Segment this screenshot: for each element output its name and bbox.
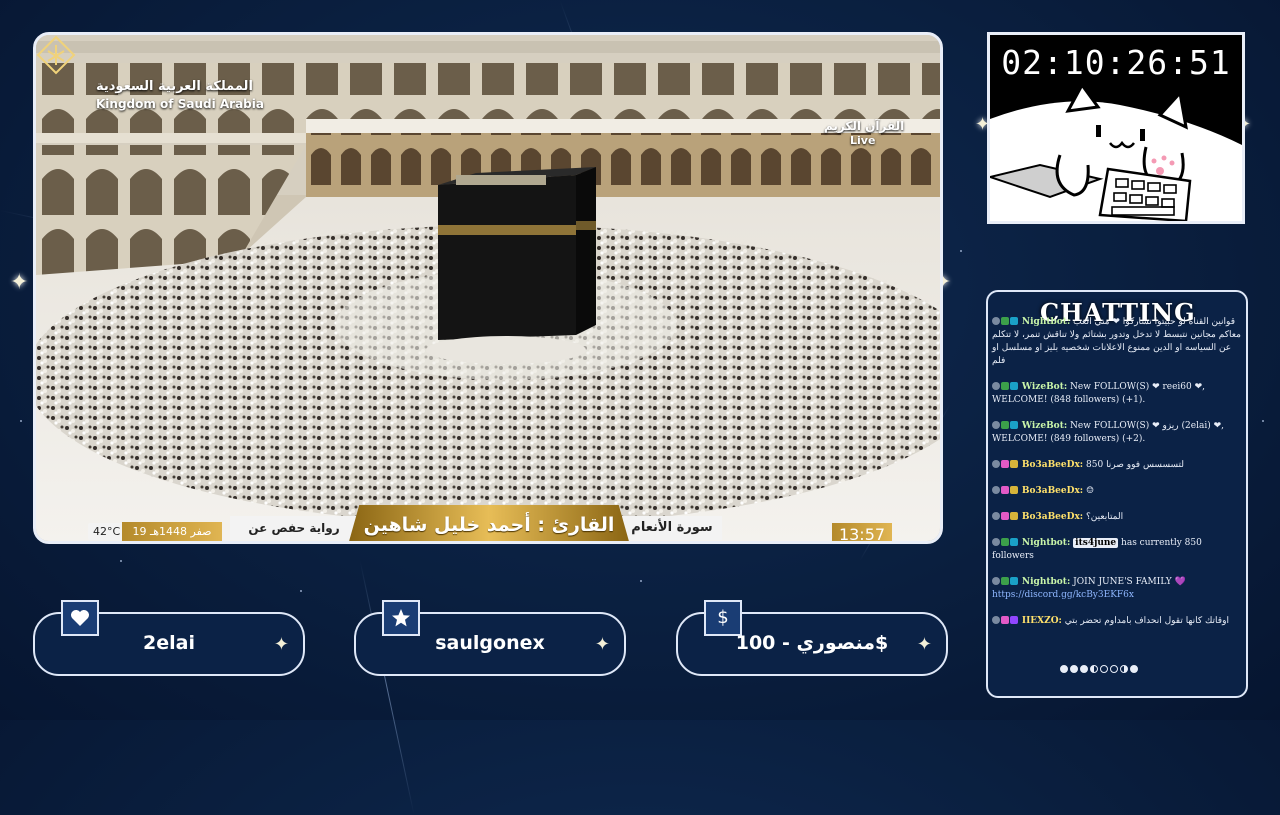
chat-username[interactable]: Bo3aBeeDx: <box>1022 512 1083 522</box>
moderator-badge-icon <box>992 538 1000 546</box>
subscriber-badge-icon <box>1001 512 1009 520</box>
chat-text: JOIN JUNE'S FAMILY 💜 <box>1073 577 1186 587</box>
chat-username[interactable]: WizeBot: <box>1022 421 1067 431</box>
temperature-label: 42°C <box>88 523 126 540</box>
chat-text: لتسسسس فوو صرنا 850 <box>1086 460 1184 470</box>
channel-name: القرآن الكريم <box>824 119 905 133</box>
moderator-badge-icon <box>992 512 1000 520</box>
latest-follower-alert: 2elai ✦ <box>33 600 305 676</box>
subscriber-name: saulgonex <box>435 632 545 654</box>
chat-username[interactable]: IIEXZO: <box>1022 616 1062 626</box>
bits-badge-icon <box>1010 460 1018 468</box>
vip-badge-icon <box>1001 538 1009 546</box>
bits-badge-icon <box>1010 512 1018 520</box>
page-dot <box>1110 665 1118 673</box>
vip-badge-icon <box>1001 317 1009 325</box>
bot-badge-icon <box>1010 577 1018 585</box>
typing-cat-icon <box>990 85 1242 221</box>
chat-message: Bo3aBeeDx: المتابعين؟ <box>990 511 1242 524</box>
hijri-date-label: 19 صفر 1448هـ <box>122 522 222 541</box>
channel-emblem-icon <box>36 35 76 75</box>
vip-badge-icon <box>1001 382 1009 390</box>
live-video-frame[interactable]: المملكة العربية السعودية Kingdom of Saud… <box>33 32 943 544</box>
moderator-badge-icon <box>992 577 1000 585</box>
mention-chip[interactable]: its4june <box>1073 538 1119 548</box>
chat-message: WizeBot: New FOLLOW(S) ❤ reei60 ❤, WELCO… <box>990 381 1242 407</box>
sparkle-icon: ✦ <box>594 634 610 655</box>
bot-badge-icon <box>1010 317 1018 325</box>
chat-message: Nightbot: قوانين القناه لو حبيتوا تشاركو… <box>990 316 1242 368</box>
sparkle-icon: ✦ <box>916 634 932 655</box>
page-dot <box>1100 665 1108 673</box>
chat-message: IIEXZO: اوقاتك كانها تقول انحداف بامداوم… <box>990 615 1242 628</box>
qari-label: القارئ : أحمد خليل شاهين <box>348 505 630 541</box>
chat-message: Nightbot: JOIN JUNE'S FAMILY 💜 https://d… <box>990 576 1242 602</box>
moderator-badge-icon <box>992 382 1000 390</box>
chat-username[interactable]: Bo3aBeeDx: <box>1022 460 1083 470</box>
mosque-scene <box>36 35 940 541</box>
broadcast-lower-third: 42°C 19 صفر 1448هـ رواية حفص عن عاصم سور… <box>36 505 940 541</box>
chat-message-list[interactable]: Nightbot: قوانين القناه لو حبيتوا تشاركو… <box>990 316 1242 641</box>
moderator-badge-icon <box>992 460 1000 468</box>
page-dot <box>1120 665 1128 673</box>
heart-icon <box>61 600 99 636</box>
bits-badge-icon <box>1010 486 1018 494</box>
page-dot <box>1090 665 1098 673</box>
chat-username[interactable]: Nightbot: <box>1022 317 1070 327</box>
vip-badge-icon <box>1001 421 1009 429</box>
chat-page-indicator <box>1060 658 1140 677</box>
surah-label: سورة الأنعام <box>622 516 722 540</box>
chat-message: Nightbot: its4june has currently 850 fol… <box>990 537 1242 563</box>
follower-name: 2elai <box>143 632 195 654</box>
bot-badge-icon <box>1010 538 1018 546</box>
chat-username[interactable]: Nightbot: <box>1022 577 1070 587</box>
chat-message: Bo3aBeeDx: لتسسسس فوو صرنا 850 <box>990 459 1242 472</box>
subscriber-badge-icon <box>1001 486 1009 494</box>
moderator-badge-icon <box>992 616 1000 624</box>
chat-username[interactable]: WizeBot: <box>1022 382 1067 392</box>
donation-label: منصوري - 100$ <box>735 632 889 654</box>
stream-timer: 02:10:26:51 <box>1001 43 1231 82</box>
sparkle-icon: ✦ <box>10 270 29 295</box>
latest-subscriber-alert: saulgonex ✦ <box>354 600 626 676</box>
page-dot <box>1080 665 1088 673</box>
logo-arabic: المملكة العربية السعودية <box>96 79 253 94</box>
latest-donation-alert: $ منصوري - 100$ ✦ <box>676 600 948 676</box>
chat-text: اوقاتك كانها تقول انحداف بامداوم تحضر بت… <box>1064 616 1229 626</box>
vip-badge-icon <box>1001 577 1009 585</box>
moderator-badge-icon <box>992 317 1000 325</box>
chat-username[interactable]: Nightbot: <box>1022 538 1070 548</box>
bot-badge-icon <box>1010 382 1018 390</box>
moderator-badge-icon <box>992 486 1000 494</box>
chat-message: Bo3aBeeDx: ☺ <box>990 485 1242 498</box>
bot-badge-icon <box>1010 421 1018 429</box>
sparkle-icon: ✦ <box>273 634 289 655</box>
chat-message: WizeBot: New FOLLOW(S) ❤ ريزو (2elai) ❤,… <box>990 420 1242 446</box>
page-dot <box>1060 665 1068 673</box>
broadcast-clock: 13:57 <box>832 523 892 541</box>
logo-english: Kingdom of Saudi Arabia <box>96 97 264 111</box>
chat-username[interactable]: Bo3aBeeDx: <box>1022 486 1083 496</box>
chat-text: المتابعين؟ <box>1086 512 1124 522</box>
star-icon <box>382 600 420 636</box>
riwaya-label: رواية حفص عن عاصم <box>230 516 358 540</box>
dollar-icon: $ <box>704 600 742 636</box>
subscriber-badge-icon <box>1001 616 1009 624</box>
page-dot <box>1130 665 1138 673</box>
channel-live-label: Live <box>850 134 876 147</box>
discord-link[interactable]: https://discord.gg/kcBy3EKF6x <box>992 590 1134 600</box>
page-dot <box>1070 665 1078 673</box>
prime-badge-icon <box>1010 616 1018 624</box>
subscriber-badge-icon <box>1001 460 1009 468</box>
chat-text: ☺ <box>1086 486 1095 496</box>
moderator-badge-icon <box>992 421 1000 429</box>
timer-panel: 02:10:26:51 <box>987 32 1245 224</box>
